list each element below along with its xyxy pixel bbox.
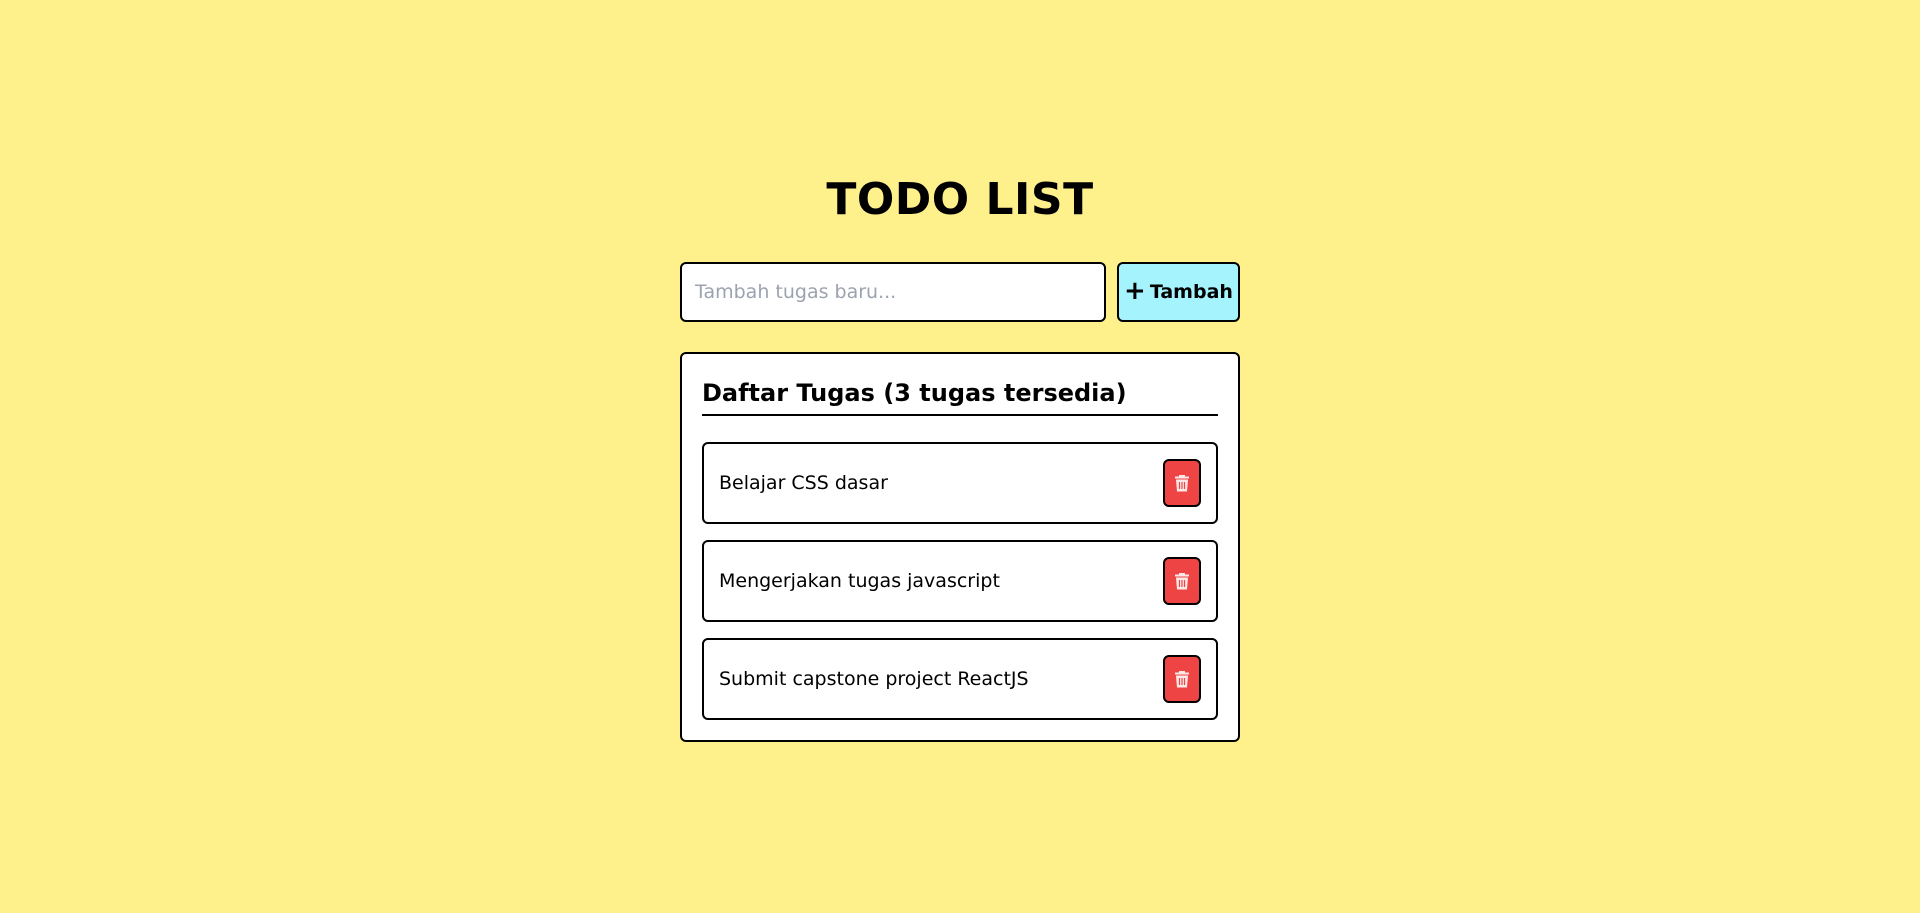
task-item-label: Mengerjakan tugas javascript xyxy=(719,570,1000,592)
delete-task-button[interactable] xyxy=(1163,459,1201,507)
new-task-input[interactable] xyxy=(680,262,1106,322)
trash-icon xyxy=(1174,572,1190,590)
delete-task-button[interactable] xyxy=(1163,557,1201,605)
trash-icon xyxy=(1174,474,1190,492)
task-item: Mengerjakan tugas javascript xyxy=(702,540,1218,622)
add-task-button-label: Tambah xyxy=(1149,281,1233,303)
task-list-header: Daftar Tugas (3 tugas tersedia) xyxy=(702,372,1218,416)
task-item: Belajar CSS dasar xyxy=(702,442,1218,524)
task-list-card: Daftar Tugas (3 tugas tersedia) Belajar … xyxy=(680,352,1240,742)
page-title: TODO LIST xyxy=(826,174,1094,225)
task-item-label: Submit capstone project ReactJS xyxy=(719,668,1029,690)
add-task-button[interactable]: + Tambah xyxy=(1117,262,1240,322)
trash-icon xyxy=(1174,670,1190,688)
delete-task-button[interactable] xyxy=(1163,655,1201,703)
task-item-label: Belajar CSS dasar xyxy=(719,472,888,494)
task-item: Submit capstone project ReactJS xyxy=(702,638,1218,720)
plus-icon: + xyxy=(1124,275,1146,306)
add-task-form: + Tambah xyxy=(680,262,1240,322)
